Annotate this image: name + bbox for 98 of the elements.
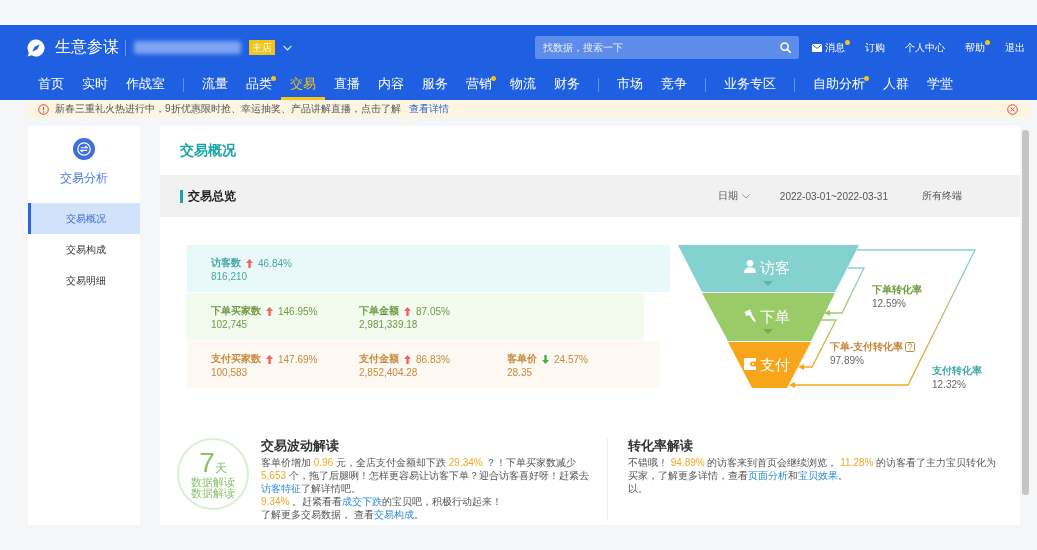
date-dropdown[interactable]: 日期 (717, 189, 750, 203)
nav-tab[interactable]: 财务 (545, 70, 589, 100)
nav-tab[interactable]: 实时 (73, 70, 117, 100)
nav-tab[interactable]: 学堂 (918, 70, 962, 100)
metric-value: 102,745 (211, 319, 249, 330)
brand-name: 生意参谋 (55, 37, 119, 57)
metric-change: 46.84% (258, 257, 292, 269)
caret-down-icon (763, 329, 773, 334)
insight-text: 9.34% 。赶紧看看成交下跌的宝贝吧，积极行动起来！ (261, 495, 504, 508)
hammer-icon (744, 309, 756, 322)
insight-text: 了解更多交易数据， 查看交易构成。 (261, 508, 425, 521)
header-link[interactable]: 退出 (1005, 37, 1030, 58)
link[interactable]: 页面分析 (748, 470, 788, 481)
metric-value: 816,210 (211, 271, 249, 282)
nav-tab[interactable]: 作战室 (117, 70, 174, 100)
warning-icon (38, 103, 49, 115)
nav-tab[interactable]: 流量 (193, 70, 237, 100)
metric-label: 下单金额 (359, 304, 399, 318)
search-icon[interactable] (780, 42, 791, 53)
stage-label: 访客 (760, 258, 790, 276)
notification-dot-icon (271, 76, 276, 81)
notification-dot-icon (864, 76, 869, 81)
terminal-filter[interactable]: 所有终端 (922, 189, 962, 203)
person-icon (744, 260, 756, 273)
header-link[interactable]: 帮助 (965, 37, 990, 58)
notification-dot-icon (491, 76, 496, 81)
metric-label: 下单买家数 (211, 304, 261, 318)
sidebar-item[interactable]: 交易构成 (28, 234, 140, 265)
nav-tab[interactable]: 直播 (325, 70, 369, 100)
notification-dot-icon (845, 39, 850, 45)
scrollbar-thumb[interactable] (1022, 130, 1029, 495)
sidebar-item[interactable]: 交易概况 (28, 203, 140, 234)
sidebar-title: 交易分析 (60, 170, 108, 186)
stage-label: 下单 (760, 307, 790, 325)
chevron-down-icon[interactable] (283, 44, 292, 51)
metric-label: 客单价 (507, 352, 537, 366)
insight-text: 以。 (628, 482, 649, 495)
nav-tab[interactable]: 营销 (457, 70, 501, 100)
metric-change: 86.83% (416, 353, 450, 365)
exchange-icon (73, 138, 95, 160)
nav-tab[interactable]: 自助分析 (804, 70, 874, 100)
notice-text: 新春三重礼火热进行中，9折优惠限时抢、幸运抽奖、产品讲解直播，点击了解 (55, 102, 401, 116)
nav-tab[interactable]: 服务 (413, 70, 457, 100)
metric-change: 146.95% (278, 305, 318, 317)
nav-tab[interactable]: 市场 (608, 70, 652, 100)
link[interactable]: 访客特征 (261, 483, 301, 494)
metric-value: 28.35 (507, 367, 534, 378)
page-title: 交易概况 (180, 141, 236, 160)
nav-tab[interactable]: 品类 (237, 70, 281, 100)
section-title: 交易总览 (180, 189, 236, 203)
store-badge: 主店 (249, 40, 275, 55)
close-icon[interactable] (1007, 103, 1018, 115)
link[interactable]: 交易构成 (373, 509, 414, 520)
nav-tab[interactable]: 竞争 (652, 70, 696, 100)
help-icon[interactable] (905, 342, 916, 352)
rate-label: 下单转化率 (872, 283, 922, 297)
metric-label: 支付买家数 (211, 352, 261, 366)
rate-value: 12.59% (872, 298, 907, 309)
rate-value: 12.32% (932, 379, 967, 390)
chevron-down-icon (741, 193, 750, 199)
compass-logo-icon (27, 38, 45, 57)
date-range: 2022-03-01~2022-03-31 (779, 190, 888, 202)
nav-tab[interactable]: 业务专区 (715, 70, 785, 100)
header-link[interactable]: 消息 (812, 37, 850, 58)
link[interactable]: 成交下跌 (342, 496, 383, 507)
insight-title: 转化率解读 (628, 438, 694, 454)
insight-title: 交易波动解读 (261, 438, 340, 454)
wallet-icon (744, 358, 756, 370)
metric-change: 147.69% (278, 353, 318, 365)
metric-value: 2,981,339.18 (359, 319, 419, 330)
nav-tab[interactable]: 物流 (501, 70, 545, 100)
badge-number: 7 (199, 449, 215, 476)
badge-unit: 天 (214, 459, 227, 477)
badge-caption: 数据解读 (191, 476, 235, 488)
rate-label: 下单-支付转化率 (830, 340, 904, 354)
header-link[interactable]: 个人中心 (905, 37, 950, 58)
metric-label: 支付金额 (359, 352, 399, 366)
stage-label: 支付 (760, 355, 790, 373)
metric-value: 100,583 (211, 367, 249, 378)
metric-value: 2,852,404.28 (359, 367, 419, 378)
caret-down-icon (763, 281, 773, 286)
notification-dot-icon (985, 39, 990, 45)
metric-change: 24.57% (554, 353, 588, 365)
metric-change: 87.05% (416, 305, 450, 317)
nav-tab[interactable]: 首页 (29, 70, 73, 100)
insight-text: 客单价增加 0.96 元，全店支付金额却下跌 29.34% ？！下单买家数减少 5,653 个，拖了后腿咧！怎样更容易让访客下单？迎合访客喜好呀！赶紧去 访客特征了解详情吧。 (261, 456, 590, 495)
nav-tab[interactable]: 人群 (874, 70, 918, 100)
badge-caption: 数据解读 (191, 487, 235, 499)
rate-value: 97.89% (830, 355, 865, 366)
insight-text: 不错哦！ 94.89% 的访客来到首页会继续浏览， 11.28% 的访客看了主力宝贝转化为买家，了解更多详情，查看页面分析和宝贝效果。 (628, 456, 998, 482)
sidebar-item[interactable]: 交易明细 (28, 265, 140, 296)
link[interactable]: 宝贝效果 (798, 470, 838, 481)
mail-icon (812, 43, 822, 52)
rate-label: 支付转化率 (932, 364, 982, 378)
nav-tab[interactable]: 内容 (369, 70, 413, 100)
metric-label: 访客数 (211, 256, 241, 270)
header-link[interactable]: 订购 (865, 37, 890, 58)
notice-link[interactable]: 查看详情 (408, 102, 449, 116)
